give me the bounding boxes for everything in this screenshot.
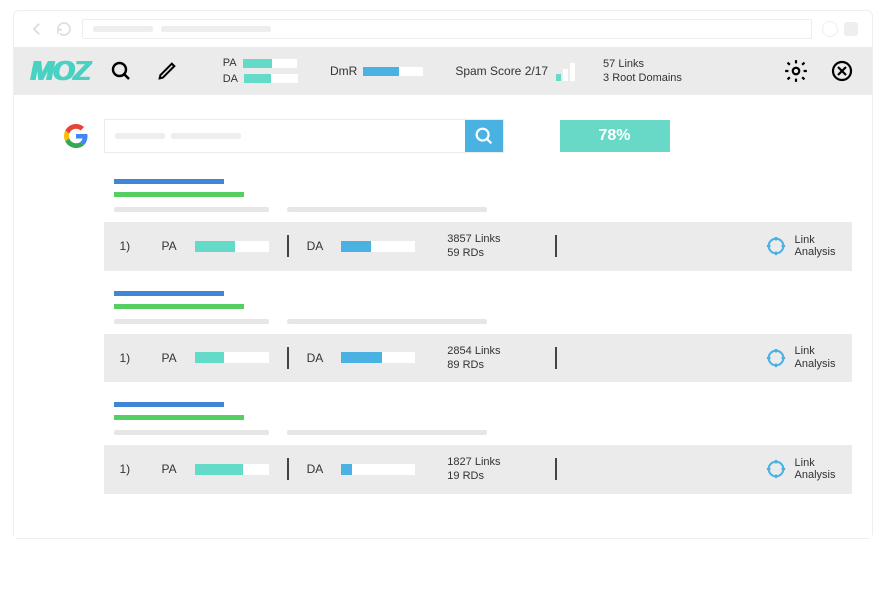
link-analysis-button[interactable]: Link Analysis xyxy=(765,457,836,482)
result-pa-bar xyxy=(195,464,269,475)
result-links-col: 2854 Links 89 RDs xyxy=(447,344,537,373)
result-url-skeleton xyxy=(114,415,244,420)
result-metrics: 1) PA DA 2854 Links 89 RDs Link Analysis xyxy=(104,334,852,383)
link-analysis-button[interactable]: Link Analysis xyxy=(765,345,836,370)
reload-button[interactable] xyxy=(56,21,72,37)
root-domains-count: 3 Root Domains xyxy=(603,71,682,85)
result-url-skeleton xyxy=(114,304,244,309)
result-pa-bar xyxy=(195,241,269,252)
result-da-label: DA xyxy=(307,462,324,476)
link-analysis-line2: Analysis xyxy=(795,358,836,371)
result-links: 2854 Links xyxy=(447,344,537,358)
result-metrics: 1) PA DA 1827 Links 19 RDs Link Analysis xyxy=(104,445,852,494)
search-result: 1) PA DA 2854 Links 89 RDs Link Analysis xyxy=(64,291,832,383)
result-pa-bar xyxy=(195,352,269,363)
result-number: 1) xyxy=(120,462,144,476)
url-bar[interactable] xyxy=(82,19,812,39)
window-control-square[interactable] xyxy=(844,22,858,36)
result-da-label: DA xyxy=(307,351,324,365)
back-button[interactable] xyxy=(28,20,46,38)
link-analysis-line1: Link xyxy=(795,345,836,358)
divider xyxy=(555,347,557,369)
link-analysis-line1: Link xyxy=(795,234,836,247)
dmr-bar xyxy=(363,67,423,76)
result-rds: 89 RDs xyxy=(447,358,537,372)
result-da-bar xyxy=(341,352,415,363)
result-links: 3857 Links xyxy=(447,232,537,246)
result-pa-label: PA xyxy=(162,239,177,253)
divider xyxy=(287,235,289,257)
link-analysis-line2: Analysis xyxy=(795,469,836,482)
link-analysis-line1: Link xyxy=(795,457,836,470)
result-rds: 19 RDs xyxy=(447,469,537,483)
link-stats: 57 Links 3 Root Domains xyxy=(603,57,682,86)
da-label: DA xyxy=(223,73,238,85)
dmr-block: DmR xyxy=(330,64,423,78)
result-desc-skeleton xyxy=(114,207,832,212)
chrome-controls xyxy=(822,21,858,37)
result-number: 1) xyxy=(120,351,144,365)
result-pa-label: PA xyxy=(162,462,177,476)
links-count: 57 Links xyxy=(603,57,682,71)
pa-label: PA xyxy=(223,57,237,69)
divider xyxy=(555,458,557,480)
search-result: 1) PA DA 3857 Links 59 RDs Link Analysis xyxy=(64,179,832,271)
search-box xyxy=(104,119,504,153)
divider xyxy=(287,458,289,480)
link-analysis-button[interactable]: Link Analysis xyxy=(765,234,836,259)
close-icon[interactable] xyxy=(828,57,856,85)
divider xyxy=(555,235,557,257)
settings-gear-icon[interactable] xyxy=(782,57,810,85)
da-bar xyxy=(244,74,298,83)
result-metrics: 1) PA DA 3857 Links 59 RDs Link Analysis xyxy=(104,222,852,271)
result-rds: 59 RDs xyxy=(447,246,537,260)
target-icon xyxy=(765,458,787,480)
window-control-circle[interactable] xyxy=(822,21,838,37)
result-da-label: DA xyxy=(307,239,324,253)
result-desc-skeleton xyxy=(114,430,832,435)
search-row: 78% xyxy=(64,119,832,153)
pa-bar xyxy=(243,59,297,68)
main-content: 78% 1) PA DA 3857 Links 59 RDs Link xyxy=(14,95,872,538)
result-links-col: 3857 Links 59 RDs xyxy=(447,232,537,261)
spam-label: Spam Score 2/17 xyxy=(455,64,548,78)
result-da-bar xyxy=(341,464,415,475)
spam-bars xyxy=(556,61,575,81)
search-result: 1) PA DA 1827 Links 19 RDs Link Analysis xyxy=(64,402,832,494)
pa-da-block: PA DA xyxy=(223,57,298,84)
link-analysis-line2: Analysis xyxy=(795,246,836,259)
result-url-skeleton xyxy=(114,192,244,197)
result-title-skeleton xyxy=(114,402,224,407)
search-input[interactable] xyxy=(105,120,465,152)
spam-block: Spam Score 2/17 xyxy=(455,61,575,81)
percentage-badge: 78% xyxy=(560,120,670,152)
divider xyxy=(287,347,289,369)
result-title-skeleton xyxy=(114,291,224,296)
browser-chrome xyxy=(14,11,872,47)
moz-logo: MOZ xyxy=(30,55,89,87)
result-links-col: 1827 Links 19 RDs xyxy=(447,455,537,484)
result-desc-skeleton xyxy=(114,319,832,324)
target-icon xyxy=(765,347,787,369)
moz-toolbar: MOZ PA DA DmR Spam Score 2/17 xyxy=(14,47,872,95)
search-submit-button[interactable] xyxy=(465,120,503,152)
pencil-icon[interactable] xyxy=(153,57,181,85)
result-number: 1) xyxy=(120,239,144,253)
google-icon xyxy=(64,124,88,148)
result-links: 1827 Links xyxy=(447,455,537,469)
target-icon xyxy=(765,235,787,257)
result-title-skeleton xyxy=(114,179,224,184)
browser-window: MOZ PA DA DmR Spam Score 2/17 xyxy=(13,10,873,539)
search-icon[interactable] xyxy=(107,57,135,85)
result-pa-label: PA xyxy=(162,351,177,365)
result-da-bar xyxy=(341,241,415,252)
dmr-label: DmR xyxy=(330,64,357,78)
